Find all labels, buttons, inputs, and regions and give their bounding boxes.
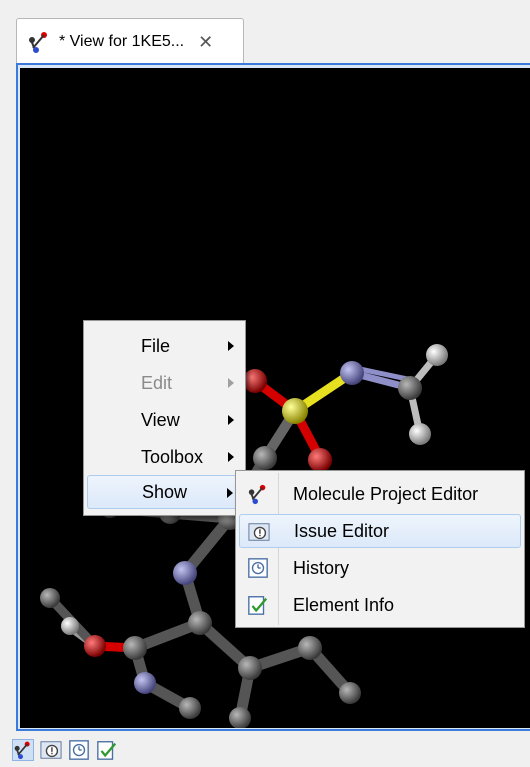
menu-item-label: View — [141, 409, 180, 430]
molecule-icon — [248, 484, 266, 505]
submenu-arrow-icon — [228, 341, 234, 351]
menu-item-label: File — [141, 335, 171, 356]
tab-view-1ke5[interactable]: * View for 1KE5... ✕ — [16, 18, 244, 64]
history-icon[interactable] — [68, 739, 90, 761]
molecule-icon[interactable] — [12, 739, 34, 761]
element-info-icon[interactable] — [96, 739, 118, 761]
history-icon — [248, 558, 268, 578]
menu-item-element-info[interactable]: Element Info — [239, 588, 521, 622]
bottom-view-toolbar — [0, 733, 530, 767]
menu-item-molecule-project-editor[interactable]: Molecule Project Editor — [239, 477, 521, 511]
show-submenu: Molecule Project Editor Issue Editor His… — [235, 470, 525, 628]
context-menu: File Edit View Toolbox Show — [83, 320, 246, 516]
menu-item-file[interactable]: File — [87, 329, 242, 363]
close-icon[interactable]: ✕ — [198, 33, 213, 51]
menu-item-show[interactable]: Show — [87, 475, 242, 509]
menu-item-label: History — [293, 557, 350, 578]
menu-item-history[interactable]: History — [239, 551, 521, 585]
menu-item-label: Edit — [141, 372, 173, 393]
element-info-icon — [248, 596, 268, 615]
submenu-arrow-icon — [227, 488, 233, 498]
submenu-arrow-icon — [228, 452, 234, 462]
submenu-arrow-icon — [228, 378, 234, 388]
menu-item-edit: Edit — [87, 366, 242, 400]
menu-item-label: Element Info — [293, 594, 395, 615]
menu-item-toolbox[interactable]: Toolbox — [87, 440, 242, 474]
molecule-icon — [29, 31, 47, 53]
menu-item-label: Issue Editor — [294, 520, 390, 541]
menu-item-label: Show — [142, 481, 188, 502]
tab-title: * View for 1KE5... — [59, 32, 185, 50]
menu-item-label: Molecule Project Editor — [293, 483, 479, 504]
issue-icon[interactable] — [40, 739, 62, 761]
menu-item-view[interactable]: View — [87, 403, 242, 437]
editor-tab-bar: * View for 1KE5... ✕ — [0, 0, 530, 64]
menu-item-label: Toolbox — [141, 446, 204, 467]
menu-item-issue-editor[interactable]: Issue Editor — [239, 514, 521, 548]
issue-icon — [248, 523, 270, 541]
submenu-arrow-icon — [228, 415, 234, 425]
